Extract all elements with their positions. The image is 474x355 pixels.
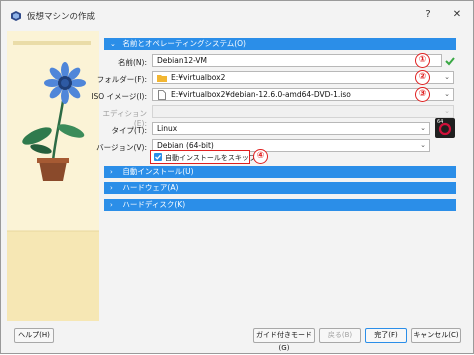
sunflower-illustration [7, 31, 99, 321]
virtualbox-icon [11, 11, 21, 21]
type-value: Linux [157, 124, 178, 133]
annotation-3: ③ [415, 87, 430, 102]
document-icon [158, 90, 166, 100]
version-label: バージョン(V): [96, 143, 147, 152]
folder-value: E:¥virtualbox2 [171, 73, 226, 82]
checkmark-icon [155, 154, 161, 160]
valid-check-icon [445, 57, 455, 66]
create-vm-dialog: 仮想マシンの作成 ? ✕ ⌄ 名前とオペレーティングシステム(O) 名前(N):… [0, 0, 474, 354]
edition-select[interactable]: ⌄ [152, 105, 454, 118]
help-question-icon[interactable]: ? [419, 7, 437, 23]
skip-unattended-label: 自動インストールをスキップ(S) [165, 154, 266, 162]
section-hardware-label: ハードウェア(A) [122, 183, 179, 192]
wizard-illustration [7, 31, 99, 321]
annotation-1: ① [415, 53, 430, 68]
checkbox-box [154, 153, 162, 161]
title-bar: 仮想マシンの作成 ? ✕ [1, 1, 473, 29]
version-value: Debian (64-bit) [157, 141, 214, 150]
section-name-os-header[interactable]: ⌄ 名前とオペレーティングシステム(O) [104, 38, 456, 50]
section-harddisk-header[interactable]: › ハードディスク(K) [104, 199, 456, 211]
chevron-down-icon: ⌄ [444, 73, 450, 81]
annotation-4: ④ [253, 149, 268, 164]
chevron-down-icon: ⌄ [444, 90, 450, 98]
skip-unattended-checkbox[interactable]: 自動インストールをスキップ(S) [150, 150, 266, 164]
name-label: 名前(N): [118, 58, 147, 67]
guided-mode-button[interactable]: ガイド付きモード(G) [253, 328, 315, 352]
chevron-down-icon: ⌄ [110, 40, 116, 48]
type-label: タイプ(T): [111, 126, 147, 135]
section-harddisk-label: ハードディスク(K) [122, 200, 186, 209]
section-unattended-label: 自動インストール(U) [122, 167, 194, 176]
cancel-button[interactable]: キャンセル(C) [411, 328, 461, 343]
chevron-down-icon: ⌄ [420, 124, 426, 132]
iso-value: E:¥virtualbox2¥debian-12.6.0-amd64-DVD-1… [171, 90, 351, 99]
chevron-down-icon: ⌄ [420, 141, 426, 149]
folder-select[interactable]: E:¥virtualbox2 ⌄ [152, 71, 454, 84]
finish-button[interactable]: 完了(F) [365, 328, 407, 343]
iso-select[interactable]: E:¥virtualbox2¥debian-12.6.0-amd64-DVD-1… [152, 88, 454, 101]
back-button[interactable]: 戻る(B) [319, 328, 361, 343]
type-select[interactable]: Linux ⌄ [152, 122, 430, 135]
chevron-right-icon: › [110, 184, 113, 192]
folder-icon [157, 75, 167, 82]
chevron-right-icon: › [110, 201, 113, 209]
help-button[interactable]: ヘルプ(H) [14, 328, 54, 343]
close-icon[interactable]: ✕ [448, 7, 466, 23]
section-name-os-label: 名前とオペレーティングシステム(O) [122, 39, 246, 48]
window-title: 仮想マシンの作成 [27, 12, 96, 22]
iso-label: ISO イメージ(I): [91, 92, 147, 101]
folder-label: フォルダー(F): [96, 75, 147, 84]
annotation-2: ② [415, 70, 430, 85]
debian-swirl-icon [438, 122, 452, 136]
chevron-down-icon: ⌄ [444, 107, 450, 115]
name-input[interactable]: Debian12-VM [152, 54, 442, 67]
chevron-right-icon: › [110, 168, 113, 176]
section-unattended-header[interactable]: › 自動インストール(U) [104, 166, 456, 178]
os-type-badge: 64 [435, 118, 455, 138]
section-hardware-header[interactable]: › ハードウェア(A) [104, 182, 456, 194]
